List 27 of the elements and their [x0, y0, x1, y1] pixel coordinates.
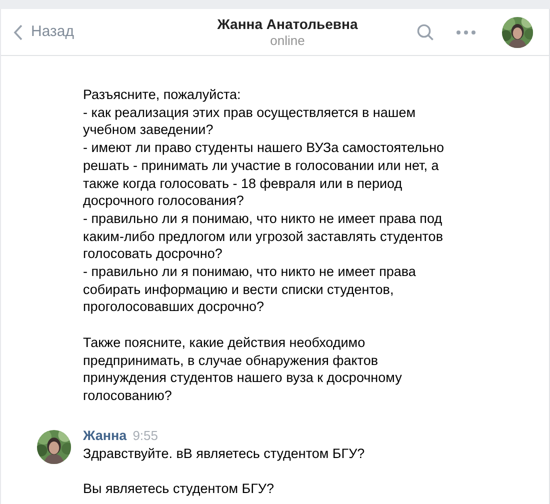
- message-time: 9:55: [132, 426, 158, 445]
- message-text: собирать информацию и вести списки студентов,: [83, 280, 394, 298]
- online-status: online: [270, 32, 305, 48]
- message-text: - имеют ли право студенты нашего ВУЗа самостоятельно: [83, 139, 444, 157]
- message-text: голосовать досрочно?: [83, 245, 222, 264]
- message-text: Вы являетесь студентом БГУ?: [83, 480, 274, 498]
- message-text: учебном заведении?: [83, 121, 214, 140]
- chat-title: Жанна Анатольевна: [217, 16, 358, 32]
- message-text: принуждения студентов нашего вуза к досрочному: [83, 369, 402, 387]
- chevron-left-icon: [13, 24, 23, 40]
- message-text: голосованию?: [83, 386, 172, 405]
- message-text: проголосовавших досрочно?: [83, 298, 264, 316]
- message-text: - правильно ли я понимаю, что никто не имеет права: [83, 263, 416, 281]
- message-text: Также поясните, какие действия необходимо: [83, 334, 366, 352]
- message-text: Разъясните, пожалуйста:: [83, 86, 241, 104]
- message-text: досрочного голосования?: [83, 192, 244, 210]
- back-button[interactable]: Назад: [13, 20, 74, 44]
- message-text: - как реализация этих прав осуществляется в нашем: [83, 104, 416, 122]
- message-text: - правильно ли я понимаю, что никто не имеет права под: [83, 210, 442, 228]
- message-text: каким-либо предлогом или угрозой заставлять студентов: [83, 228, 443, 246]
- message-text: решать - принимать ли участие в голосовании или нет, а: [83, 156, 439, 175]
- more-button[interactable]: [456, 30, 476, 34]
- search-button[interactable]: [417, 24, 434, 40]
- author-name[interactable]: Жанна: [83, 426, 127, 445]
- message-text: также когда голосовать - 18 февраля или в период: [83, 174, 402, 192]
- message-text: Здравствуйте. вВ являетесь студентом БГУ?: [83, 444, 365, 462]
- message-text: предпринимать, в случае обнаружения фактов: [83, 352, 378, 370]
